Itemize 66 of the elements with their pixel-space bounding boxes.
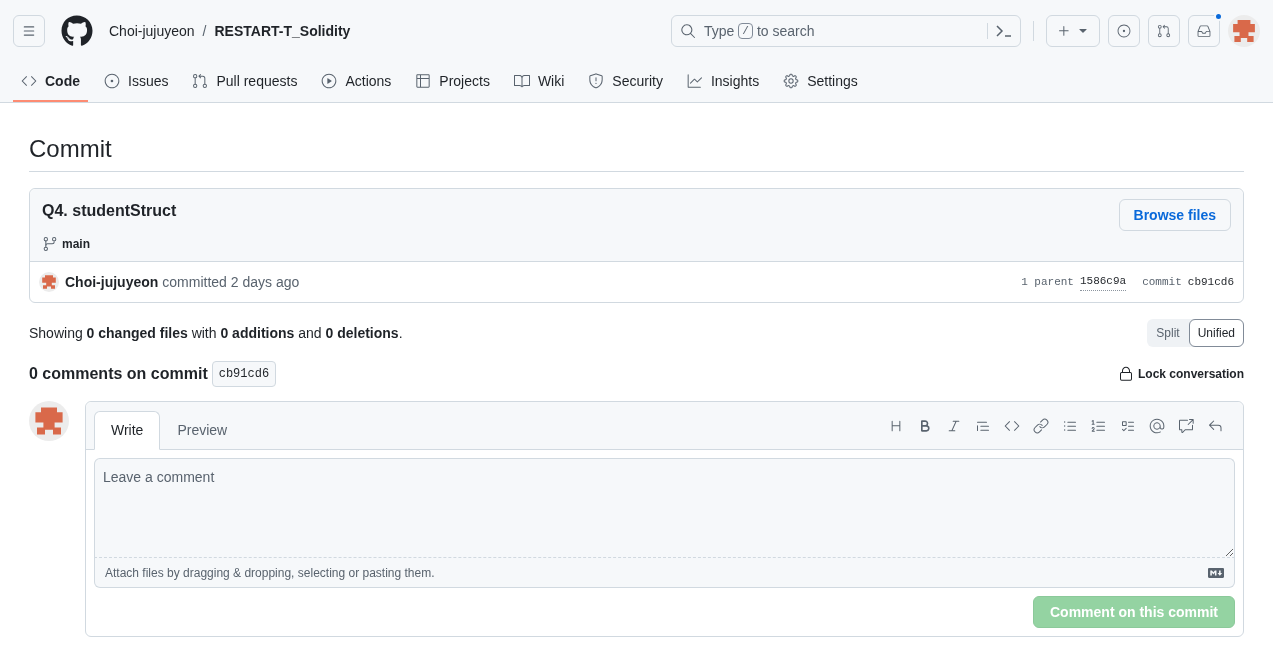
editor-tab[interactable]: Preview [160,411,245,450]
repo-tab[interactable]: Wiki [505,62,573,102]
repo-tab[interactable]: Security [580,62,671,102]
comment-input[interactable]: Leave a comment [94,458,1235,557]
user-avatar [1228,15,1260,47]
repo-tab[interactable]: Insights [678,62,768,102]
cross-reference-icon[interactable] [1178,417,1194,434]
repo-link[interactable]: RESTART-T_Solidity [214,20,351,42]
create-new-button[interactable] [1046,15,1100,47]
menu-icon [22,23,36,39]
repo-tab[interactable]: Projects [407,62,498,102]
issue-icon [1117,23,1131,39]
pull-request-icon [192,73,209,89]
editor-tab[interactable]: Write [94,411,161,450]
repo-tab[interactable]: Pull requests [184,62,306,102]
commit-sha-chip: cb91cd6 [211,361,277,387]
numbered-list-icon[interactable] [1091,417,1107,434]
page-title: Commit [29,133,1244,172]
repo-tab[interactable]: Code [13,62,88,102]
parent-sha-link[interactable]: 1586c9a [1079,273,1127,291]
attach-files-hint[interactable]: Attach files by dragging & dropping, selecting or pasting them. [105,563,1208,582]
commenter-avatar [29,401,69,441]
author-link[interactable]: Choi-jujuyeon [65,271,159,293]
play-icon [321,73,338,89]
book-icon [513,73,530,89]
repo-tab[interactable]: Issues [96,62,177,102]
terminal-prompt-icon[interactable] [996,25,1012,37]
link-icon[interactable] [1033,417,1049,434]
view-toggle-option[interactable]: Unified [1188,319,1244,347]
path-separator: / [202,21,207,41]
repo-tab[interactable]: Settings [775,62,866,102]
commit-sha: cb91cd6 [1187,274,1234,290]
graph-icon [686,73,703,89]
search-icon [680,23,696,39]
mention-icon[interactable] [1149,417,1165,434]
browse-files-button[interactable]: Browse files [1118,199,1231,231]
inbox-button[interactable] [1188,15,1220,47]
issue-icon [104,73,120,89]
diff-summary: Showing 0 changed files with 0 additions and 0 deletions. [29,323,404,343]
search-placeholder: Type / to search [704,21,815,41]
branch-name[interactable]: main [62,235,90,253]
search-field[interactable]: Type / to search [671,15,1021,47]
pull-request-icon [1157,23,1171,39]
code-icon [21,73,37,89]
github-logo-icon[interactable] [61,15,93,47]
menu-button[interactable] [13,15,45,47]
table-icon [415,73,432,89]
lock-conversation-link[interactable]: Lock conversation [1117,365,1244,383]
lock-icon [1117,366,1134,382]
branch-icon [42,236,58,252]
issues-button[interactable] [1108,15,1140,47]
comments-heading: 0 comments on commit [29,364,208,384]
shield-icon [588,73,605,89]
plus-icon [1056,23,1072,39]
settings-icon [783,73,800,89]
repo-tab[interactable]: Actions [313,62,400,102]
reply-icon[interactable] [1207,417,1223,434]
commit-title: Q4. studentStruct [42,201,178,221]
pull-requests-button[interactable] [1148,15,1180,47]
commit-time-text: committed 2 days ago [162,272,300,292]
view-toggle-option[interactable]: Split [1147,319,1189,347]
inbox-icon [1197,23,1211,39]
author-avatar [39,272,59,292]
parent-label: 1 parent [1021,274,1074,290]
commit-label: commit [1142,274,1182,290]
owner-link[interactable]: Choi-jujuyeon [109,20,195,42]
